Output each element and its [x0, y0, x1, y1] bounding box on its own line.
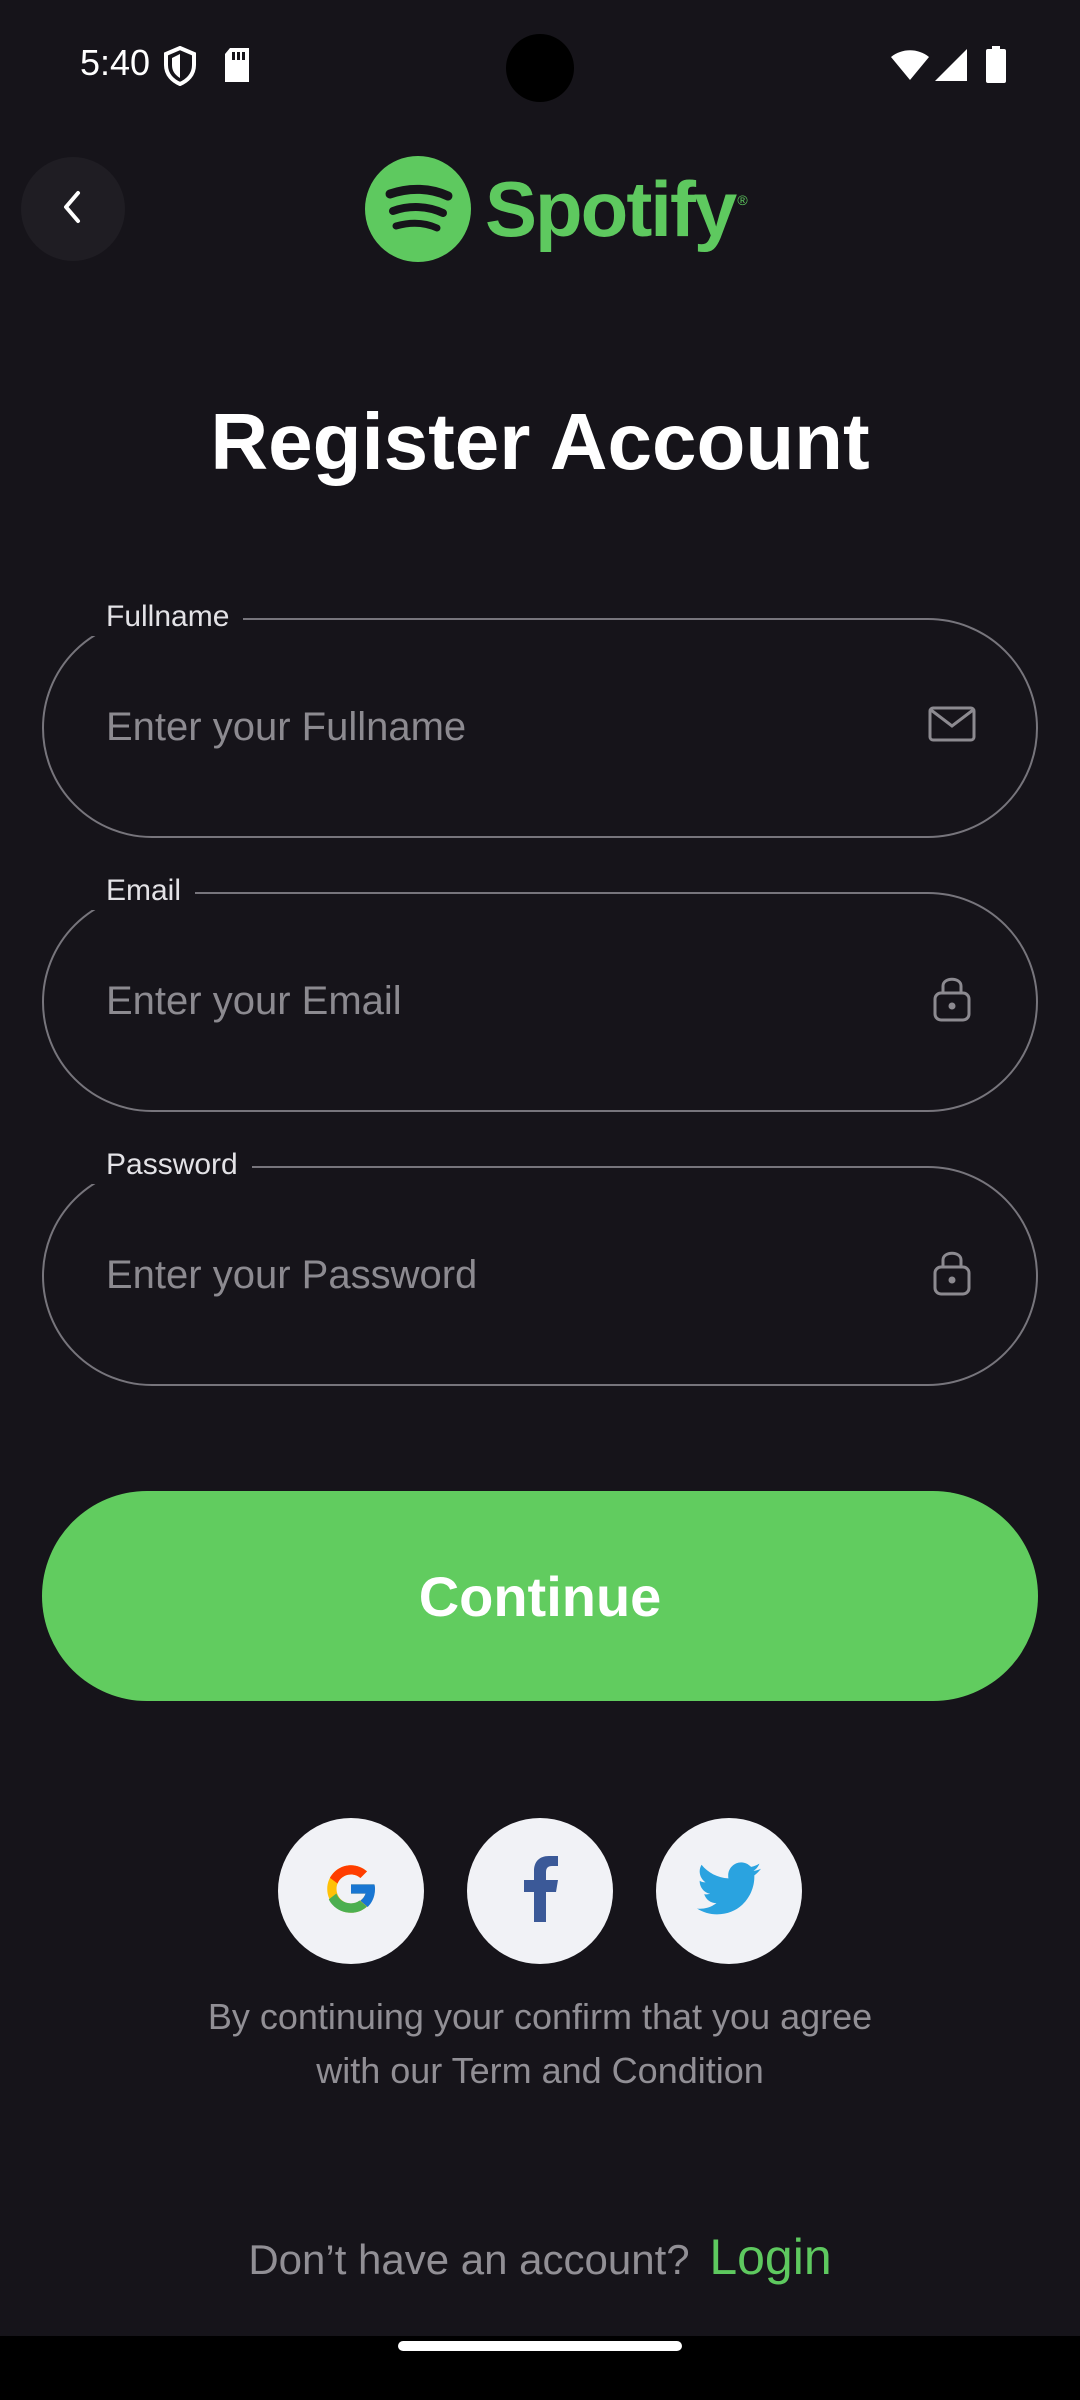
google-icon: [320, 1858, 382, 1925]
status-time: 5:40: [80, 42, 151, 83]
lock-icon: [926, 1246, 978, 1298]
login-prompt: Don’t have an account? Login: [0, 2228, 1080, 2286]
twitter-icon: [697, 1861, 761, 1921]
mail-icon: [926, 698, 978, 750]
home-gesture-handle[interactable]: [398, 2341, 682, 2351]
logo-registered-mark: ®: [737, 192, 748, 208]
login-link[interactable]: Login: [709, 2229, 831, 2285]
password-input[interactable]: [104, 1238, 888, 1312]
battery-icon: [985, 46, 1007, 89]
camera-cutout: [506, 34, 574, 102]
fullname-field[interactable]: Fullname: [42, 598, 1038, 838]
terms-line-2: with our Term and Condition: [316, 2050, 764, 2091]
login-prompt-text: Don’t have an account?: [248, 2236, 690, 2283]
sd-card-icon: [222, 46, 252, 89]
wifi-icon: [890, 48, 930, 87]
continue-button[interactable]: Continue: [42, 1491, 1038, 1701]
google-button[interactable]: [278, 1818, 424, 1964]
back-button[interactable]: [21, 157, 125, 261]
twitter-button[interactable]: [656, 1818, 802, 1964]
password-field[interactable]: Password: [42, 1146, 1038, 1386]
status-bar: 5:40: [0, 0, 1080, 136]
lock-icon: [926, 972, 978, 1024]
logo-text: Spotify: [485, 164, 737, 253]
terms-text: By continuing your confirm that you agre…: [0, 1990, 1080, 2098]
email-field[interactable]: Email: [42, 872, 1038, 1112]
page-title: Register Account: [210, 397, 870, 486]
fullname-input[interactable]: [104, 690, 888, 764]
spotify-logo-icon: [365, 156, 471, 262]
password-label: Password: [92, 1146, 252, 1184]
signal-icon: [934, 48, 968, 87]
spotify-logo: Spotify ®: [365, 156, 748, 262]
email-input[interactable]: [104, 964, 888, 1038]
chevron-left-icon: [58, 189, 88, 230]
email-label: Email: [92, 872, 196, 910]
terms-line-1: By continuing your confirm that you agre…: [207, 1996, 873, 2037]
facebook-icon: [520, 1855, 560, 1927]
facebook-button[interactable]: [467, 1818, 613, 1964]
shield-icon: [163, 45, 197, 91]
fullname-label: Fullname: [92, 598, 244, 636]
